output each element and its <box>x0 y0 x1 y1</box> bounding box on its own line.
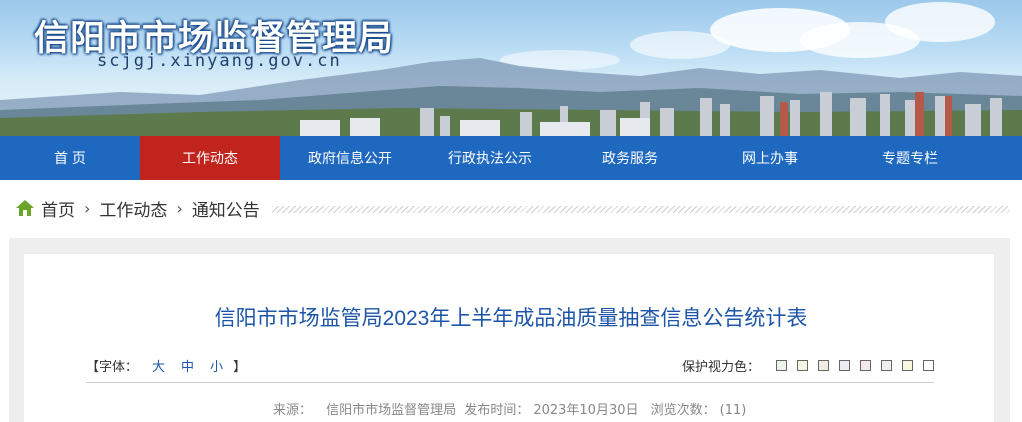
views-label: 浏览次数： <box>650 403 716 418</box>
main-nav: 首 页 工作动态 政府信息公开 行政执法公示 政务服务 网上办事 专题专栏 <box>0 136 1022 180</box>
nav-item-law-enforcement[interactable]: 行政执法公示 <box>420 136 560 180</box>
nav-item-online-services[interactable]: 网上办事 <box>700 136 840 180</box>
breadcrumb-notices[interactable]: 通知公告 <box>192 196 260 221</box>
breadcrumb-divider <box>271 205 1010 213</box>
nav-item-work-news[interactable]: 工作动态 <box>140 136 280 180</box>
date-label: 发布时间： <box>464 403 530 418</box>
source-label: 来源： <box>273 403 313 418</box>
content-panel <box>24 254 994 422</box>
eye-care-swatch[interactable] <box>860 360 871 371</box>
eye-care-swatch[interactable] <box>923 360 934 371</box>
date-value: 2023年10月30日 <box>533 403 639 418</box>
article-title: 信阳市市场监管局2023年上半年成品油质量抽查信息公告统计表 <box>214 307 808 330</box>
views-value: (11) <box>719 403 747 418</box>
nav-item-gov-info[interactable]: 政府信息公开 <box>280 136 420 180</box>
font-size-large-button[interactable]: 大 <box>152 356 165 375</box>
font-size-medium-button[interactable]: 中 <box>181 356 194 375</box>
nav-item-home[interactable]: 首 页 <box>0 136 140 180</box>
nav-item-special-topics[interactable]: 专题专栏 <box>840 136 980 180</box>
breadcrumb-separator: › <box>176 198 183 218</box>
font-size-close-bracket: 】 <box>233 360 247 375</box>
nav-item-gov-services[interactable]: 政务服务 <box>560 136 700 180</box>
header-banner: 信阳市市场监督管理局 scjgj.xinyang.gov.cn <box>0 0 1022 136</box>
font-size-toolbar: 【字体： 大 中 小 】 <box>86 356 246 375</box>
breadcrumb-separator: › <box>84 198 91 218</box>
eye-care-swatch[interactable] <box>881 360 892 371</box>
article-meta: 来源： 信阳市市场监督管理局 发布时间： 2023年10月30日 浏览次数： (11… <box>273 399 750 418</box>
home-icon <box>16 200 34 216</box>
source-value: 信阳市市场监督管理局 <box>326 403 457 418</box>
font-size-label: 【字体： <box>86 360 139 375</box>
breadcrumb: 首页 › 工作动态 › 通知公告 <box>15 190 1010 226</box>
title-divider <box>86 382 934 383</box>
eye-care-color-picker: 保护视力色： <box>682 356 934 375</box>
eye-care-swatch[interactable] <box>902 360 913 371</box>
eye-care-label: 保护视力色： <box>681 360 760 375</box>
site-url: scjgj.xinyang.gov.cn <box>97 51 342 71</box>
eye-care-swatch[interactable] <box>797 360 808 371</box>
eye-care-swatch[interactable] <box>839 360 850 371</box>
eye-care-swatch[interactable] <box>818 360 829 371</box>
breadcrumb-work-news[interactable]: 工作动态 <box>99 196 167 221</box>
font-size-small-button[interactable]: 小 <box>210 356 223 375</box>
breadcrumb-home[interactable]: 首页 <box>41 196 75 221</box>
eye-care-swatch[interactable] <box>776 360 787 371</box>
